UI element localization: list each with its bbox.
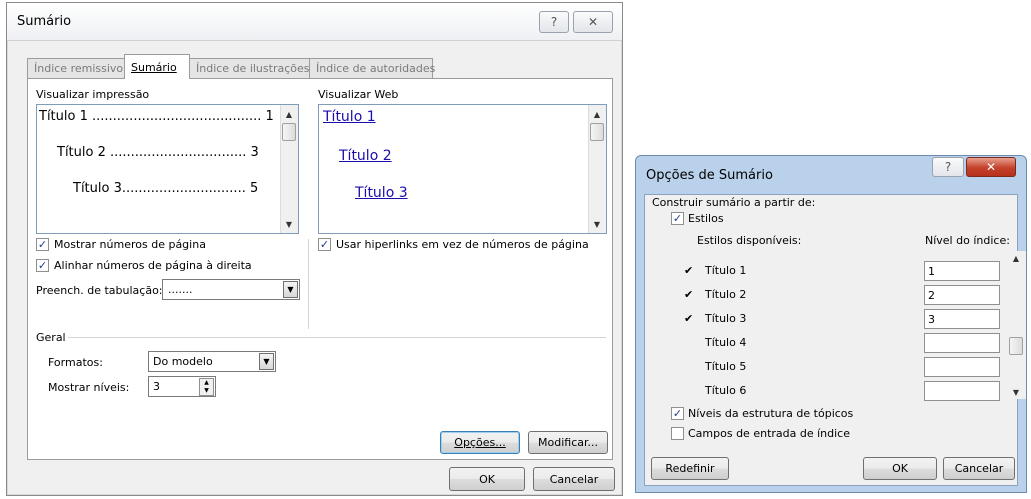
scroll-thumb[interactable]: [282, 123, 296, 141]
style-name: Título 1: [705, 264, 747, 277]
reset-button[interactable]: Redefinir: [651, 457, 729, 480]
toc-dialog-titlebar: Sumário ? ✕: [7, 3, 622, 41]
print-preview-label: Visualizar impressão: [36, 88, 150, 101]
scroll-down-icon[interactable]: ▼: [1008, 385, 1024, 399]
show-page-numbers-option[interactable]: ✓ Mostrar números de página: [36, 238, 206, 251]
tab-indice-ilustracoes[interactable]: Índice de ilustrações: [189, 58, 310, 78]
toc-options-dialog: Opções de Sumário ? ✕ Construir sumário …: [635, 155, 1027, 493]
scroll-up-icon[interactable]: ▲: [589, 107, 605, 121]
style-name: Título 2: [705, 288, 747, 301]
help-icon: ?: [944, 160, 952, 174]
formats-label: Formatos:: [48, 356, 103, 369]
column-divider: [308, 239, 309, 329]
tab-indice-remissivo[interactable]: Índice remissivo: [27, 58, 126, 78]
general-group-label: Geral: [36, 331, 66, 344]
levels-spinner[interactable]: 3 ▲ ▼: [148, 376, 216, 397]
scroll-thumb[interactable]: [1009, 337, 1023, 355]
tab-leader-label: Preench. de tabulação:: [36, 284, 163, 297]
use-hyperlinks-option[interactable]: ✓ Usar hiperlinks em vez de números de p…: [318, 238, 589, 251]
styles-checkbox[interactable]: ✓: [671, 212, 684, 225]
tab-panel-sumario: Visualizar impressão Título 1 ..........…: [27, 78, 613, 460]
check-icon: ✔: [684, 264, 694, 277]
print-preview-line-3: Título 3.............................. 5: [73, 181, 259, 196]
options-button[interactable]: Opções...: [440, 431, 520, 454]
outline-levels-checkbox[interactable]: ✓: [671, 407, 684, 420]
level-input[interactable]: [924, 333, 1000, 353]
style-name: Título 4: [705, 336, 747, 349]
check-icon: ✔: [684, 312, 694, 325]
tab-sumario[interactable]: Sumário: [124, 54, 190, 79]
options-ok-button[interactable]: OK: [863, 457, 937, 480]
options-close-button[interactable]: ✕: [966, 157, 1016, 177]
level-input[interactable]: 1: [924, 261, 1000, 281]
tab-leader-select[interactable]: ....... ▼: [162, 279, 300, 300]
help-icon: ?: [550, 15, 558, 29]
style-name: Título 5: [705, 360, 747, 373]
scroll-up-icon[interactable]: ▲: [1008, 251, 1024, 265]
use-hyperlinks-checkbox[interactable]: ✓: [318, 238, 331, 251]
toc-options-title: Opções de Sumário: [646, 168, 773, 183]
modify-button[interactable]: Modificar...: [528, 431, 608, 454]
show-page-numbers-label: Mostrar números de página: [54, 238, 206, 251]
web-preview-box[interactable]: Título 1 Título 2 Título 3 ▲ ▼: [318, 104, 607, 234]
use-hyperlinks-label: Usar hiperlinks em vez de números de pág…: [336, 238, 589, 251]
level-header: Nível do índice:: [925, 234, 1010, 247]
right-align-checkbox[interactable]: ✓: [36, 259, 49, 272]
style-name: Título 3: [705, 312, 747, 325]
web-preview-scrollbar[interactable]: ▲ ▼: [588, 105, 606, 233]
levels-label: Mostrar níveis:: [48, 381, 130, 394]
check-icon: ✔: [684, 288, 694, 301]
level-input[interactable]: 3: [924, 309, 1000, 329]
general-group-divider: [68, 337, 606, 338]
print-preview-scrollbar[interactable]: ▲ ▼: [280, 105, 298, 233]
help-button[interactable]: ?: [539, 11, 569, 33]
styles-option[interactable]: ✓ Estilos: [671, 212, 724, 225]
levels-stepper[interactable]: ▲ ▼: [199, 378, 214, 396]
print-preview-line-2: Título 2 ...............................…: [57, 145, 259, 160]
close-icon: ✕: [985, 160, 997, 174]
toc-options-body: Construir sumário a partir de: ✓ Estilos…: [644, 194, 1026, 486]
close-button[interactable]: ✕: [573, 11, 613, 33]
level-input[interactable]: [924, 381, 1000, 401]
options-cancel-button[interactable]: Cancelar: [943, 457, 1015, 480]
web-preview-link-1[interactable]: Título 1: [323, 109, 376, 125]
index-fields-label: Campos de entrada de índice: [688, 427, 850, 440]
ok-button[interactable]: OK: [449, 467, 525, 491]
outline-levels-option[interactable]: ✓ Níveis da estrutura de tópicos: [671, 407, 853, 420]
right-align-option[interactable]: ✓ Alinhar números de página à direita: [36, 259, 252, 272]
cancel-button[interactable]: Cancelar: [533, 467, 615, 491]
index-fields-option[interactable]: Campos de entrada de índice: [671, 427, 850, 440]
chevron-down-icon[interactable]: ▼: [259, 353, 274, 370]
print-preview-box[interactable]: Título 1 ...............................…: [36, 104, 299, 234]
levels-value: 3: [153, 380, 160, 393]
scroll-thumb[interactable]: [590, 123, 604, 141]
level-input[interactable]: 2: [924, 285, 1000, 305]
toc-dialog: Sumário ? ✕ Índice remissivo Sumário Índ…: [6, 2, 623, 496]
tab-indice-autoridades[interactable]: Índice de autoridades: [309, 58, 435, 78]
styles-scrollbar[interactable]: ▲ ▼: [1008, 251, 1026, 399]
style-name: Título 6: [705, 384, 747, 397]
index-fields-checkbox[interactable]: [671, 427, 684, 440]
styles-label: Estilos: [688, 212, 724, 225]
web-preview-label: Visualizar Web: [318, 88, 399, 101]
options-help-button[interactable]: ?: [932, 157, 964, 177]
right-align-label: Alinhar números de página à direita: [54, 259, 252, 272]
level-input[interactable]: [924, 357, 1000, 377]
web-preview-link-2[interactable]: Título 2: [339, 148, 392, 164]
scroll-up-icon[interactable]: ▲: [281, 107, 297, 121]
scroll-down-icon[interactable]: ▼: [281, 217, 297, 231]
formats-value: Do modelo: [153, 355, 213, 368]
scroll-down-icon[interactable]: ▼: [589, 217, 605, 231]
print-preview-line-1: Título 1 ...............................…: [39, 109, 274, 124]
show-page-numbers-checkbox[interactable]: ✓: [36, 238, 49, 251]
build-from-label: Construir sumário a partir de:: [652, 196, 816, 209]
chevron-down-icon[interactable]: ▼: [283, 281, 298, 298]
close-icon: ✕: [587, 15, 599, 29]
tab-leader-value: .......: [168, 283, 193, 296]
available-styles-header: Estilos disponíveis:: [697, 234, 802, 247]
toc-dialog-title: Sumário: [17, 14, 72, 29]
outline-levels-label: Níveis da estrutura de tópicos: [688, 407, 854, 420]
web-preview-link-3[interactable]: Título 3: [355, 185, 408, 201]
formats-select[interactable]: Do modelo ▼: [148, 351, 276, 372]
